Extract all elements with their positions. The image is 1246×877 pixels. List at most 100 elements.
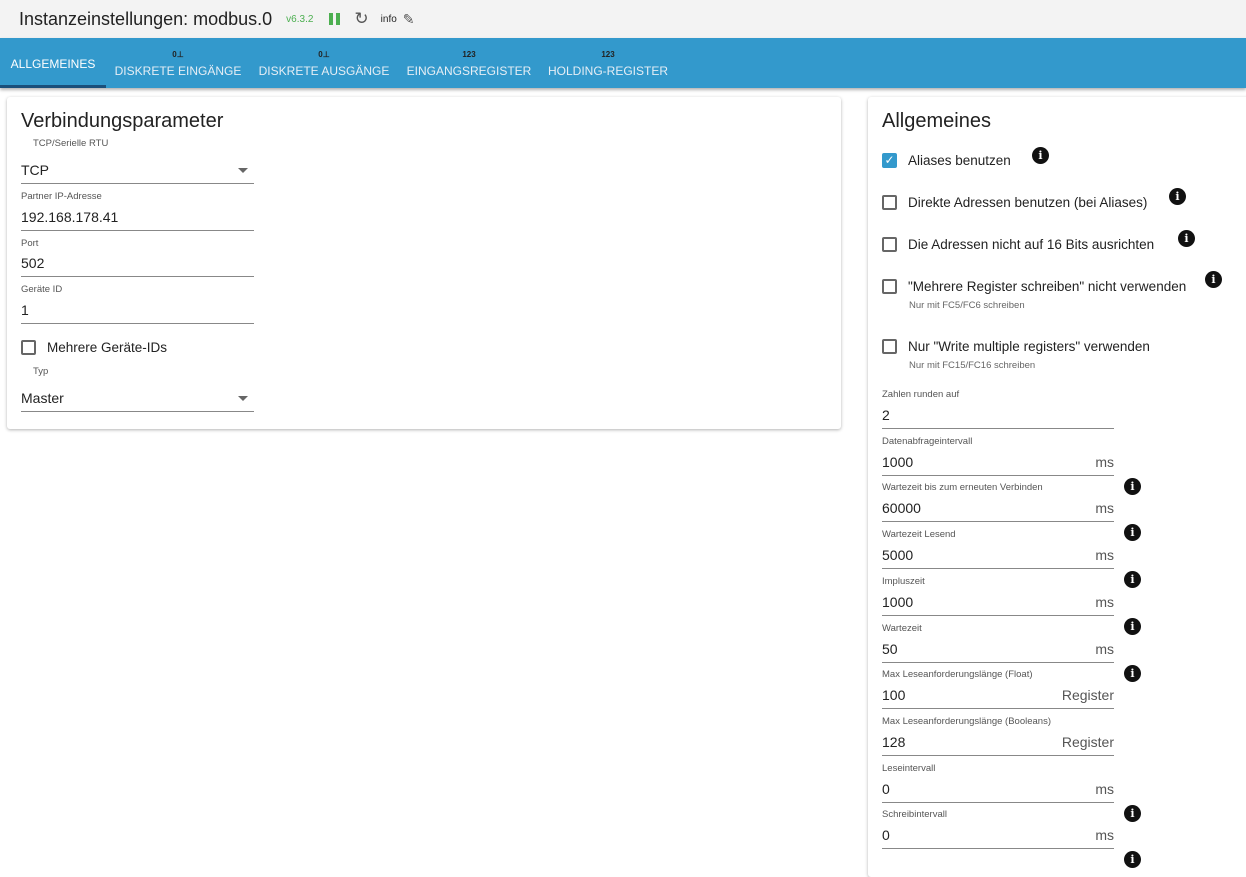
ip-input[interactable]: 192.168.178.41 <box>21 207 254 231</box>
field-label: Wartezeit Lesend <box>882 529 956 541</box>
option-hint: Nur mit FC15/FC16 schreiben <box>909 360 1036 371</box>
field-value: 2 <box>882 407 890 423</box>
field-value: 0 <box>882 827 890 844</box>
tab-bar: ALLGEMEINES 0⊥ DISKRETE EINGÄNGE 0⊥ DISKRE… <box>0 38 1246 88</box>
tab-holding-register[interactable]: 123 HOLDING-REGISTER <box>545 38 671 88</box>
field-input[interactable]: 128 Register <box>882 732 1114 756</box>
tab-label: DISKRETE EINGÄNGE <box>114 64 242 78</box>
field-unit: ms <box>1095 827 1114 844</box>
type-select[interactable]: Master <box>21 388 254 412</box>
field-label: Wartezeit <box>882 622 922 634</box>
field-value: 50 <box>882 640 898 657</box>
option-label: Die Adressen nicht auf 16 Bits ausrichte… <box>908 237 1155 252</box>
info-icon[interactable]: i <box>1205 271 1222 288</box>
option-label: "Mehrere Register schreiben" nicht verwe… <box>908 279 1187 294</box>
multi-device-label: Mehrere Geräte-IDs <box>47 340 168 355</box>
type-label: Typ <box>33 366 49 377</box>
field-unit: ms <box>1095 593 1114 610</box>
tab-allgemeines[interactable]: ALLGEMEINES <box>0 38 106 88</box>
field-unit: ms <box>1095 547 1114 564</box>
option-checkbox[interactable] <box>882 195 897 210</box>
ip-label: Partner IP-Adresse <box>21 191 102 202</box>
option-hint: Nur mit FC5/FC6 schreiben <box>909 300 1025 311</box>
field-input[interactable]: 1000 ms <box>882 592 1114 616</box>
multi-device-checkbox[interactable] <box>21 340 36 355</box>
field-value: 0 <box>882 780 890 797</box>
field-label: Leseintervall <box>882 762 936 774</box>
field-label: Impluszeit <box>882 575 925 587</box>
mode-label: TCP/Serielle RTU <box>33 138 109 149</box>
tab-label: ALLGEMEINES <box>10 57 96 71</box>
option-checkbox[interactable]: ✓ <box>882 153 897 168</box>
info-icon[interactable]: i <box>1169 188 1186 205</box>
title-bar: Instanzeinstellungen: modbus.0 v6.3.2 ↻ … <box>0 0 1246 38</box>
tab-label: EINGANGSREGISTER <box>406 64 532 78</box>
field-value: 60000 <box>882 500 921 517</box>
field-unit: Register <box>1061 733 1114 750</box>
field-label: Datenabfrageintervall <box>882 435 973 447</box>
section-title: Allgemeines <box>882 110 991 132</box>
info-icon[interactable]: i <box>1124 617 1141 635</box>
info-link[interactable]: info <box>381 14 397 25</box>
numeric-icon: 123 <box>601 50 615 59</box>
option-label: Nur "Write multiple registers" verwenden <box>908 339 1150 354</box>
pause-icon[interactable] <box>329 13 341 25</box>
info-icon[interactable]: i <box>1124 571 1141 589</box>
binary-icon: 0⊥ <box>318 50 330 59</box>
option-checkbox[interactable] <box>882 339 897 354</box>
info-icon[interactable]: i <box>1032 147 1049 164</box>
device-id-label: Geräte ID <box>21 284 63 295</box>
field-input[interactable]: 2 <box>882 405 1114 429</box>
tab-eingangsregister[interactable]: 123 EINGANGSREGISTER <box>402 38 536 88</box>
option-label: Direkte Adressen benutzen (bei Aliases) <box>908 195 1148 210</box>
field-value: 1000 <box>882 453 914 470</box>
tab-diskrete-eingaenge[interactable]: 0⊥ DISKRETE EINGÄNGE <box>110 38 246 88</box>
field-value: 128 <box>882 733 906 750</box>
type-value: Master <box>21 390 64 406</box>
info-icon[interactable]: i <box>1124 477 1141 495</box>
dropdown-arrow-icon <box>238 396 248 401</box>
field-value: 1000 <box>882 593 914 610</box>
numeric-icon: 123 <box>462 50 476 59</box>
reload-icon[interactable]: ↻ <box>354 9 368 29</box>
option-label: Aliases benutzen <box>908 153 1011 168</box>
device-id-input[interactable]: 1 <box>21 300 254 324</box>
tab-diskrete-ausgaenge[interactable]: 0⊥ DISKRETE AUSGÄNGE <box>256 38 392 88</box>
field-label: Wartezeit bis zum erneuten Verbinden <box>882 482 1043 494</box>
field-unit: ms <box>1095 640 1114 657</box>
field-input[interactable]: 50 ms <box>882 639 1114 663</box>
field-label: Zahlen runden auf <box>882 389 960 400</box>
mode-select[interactable]: TCP <box>21 160 254 184</box>
page-title: Instanzeinstellungen: modbus.0 <box>19 8 273 29</box>
info-icon[interactable]: i <box>1124 664 1141 682</box>
port-label: Port <box>21 238 39 249</box>
tab-label: DISKRETE AUSGÄNGE <box>258 64 390 78</box>
section-title: Verbindungsparameter <box>21 110 224 132</box>
field-input[interactable]: 0 ms <box>882 825 1114 850</box>
port-input[interactable]: 502 <box>21 253 254 277</box>
field-input[interactable]: 60000 ms <box>882 498 1114 523</box>
info-icon[interactable]: i <box>1124 804 1141 822</box>
field-unit: ms <box>1095 500 1114 517</box>
mode-value: TCP <box>21 162 49 178</box>
field-input[interactable]: 100 Register <box>882 685 1114 710</box>
field-label: Max Leseanforderungslänge (Booleans) <box>882 715 1051 727</box>
field-label: Max Leseanforderungslänge (Float) <box>882 669 1033 681</box>
info-icon[interactable]: i <box>1178 230 1195 247</box>
field-input[interactable]: 0 ms <box>882 779 1114 803</box>
field-value: 5000 <box>882 547 914 564</box>
field-unit: ms <box>1095 780 1114 797</box>
field-unit: Register <box>1061 687 1114 704</box>
option-checkbox[interactable] <box>882 279 897 294</box>
dropdown-arrow-icon <box>238 168 248 173</box>
version-label: v6.3.2 <box>286 13 314 25</box>
binary-icon: 0⊥ <box>172 50 184 59</box>
field-input[interactable]: 5000 ms <box>882 545 1114 570</box>
edit-icon[interactable]: ✎ <box>403 11 415 28</box>
tab-label: HOLDING-REGISTER <box>547 64 668 78</box>
field-input[interactable]: 1000 ms <box>882 452 1114 476</box>
option-checkbox[interactable] <box>882 237 897 252</box>
field-value: 100 <box>882 687 906 704</box>
field-unit: ms <box>1095 453 1114 470</box>
field-label: Schreibintervall <box>882 809 947 821</box>
